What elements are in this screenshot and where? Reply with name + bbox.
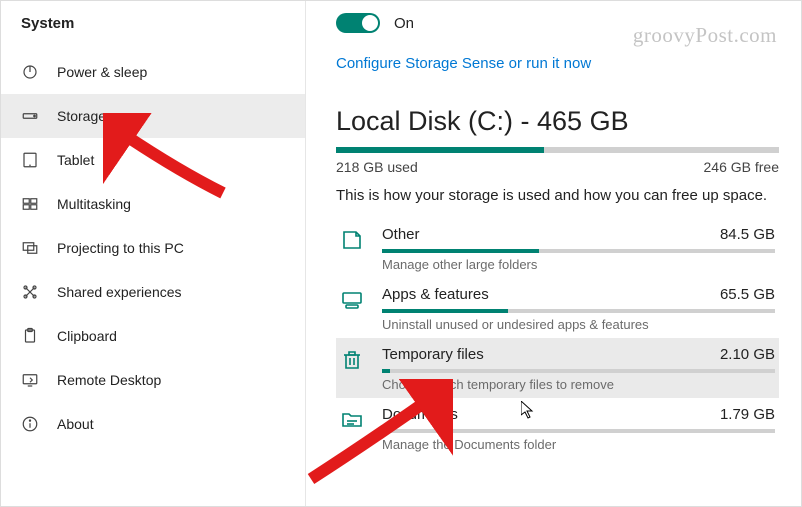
category-subtext: Choose which temporary files to remove [382,377,775,392]
sidebar-title: System [1,15,305,50]
disk-heading: Local Disk (C:) - 465 GB [336,106,779,137]
category-subtext: Manage the Documents folder [382,437,775,452]
main-panel: groovyPost.com On Configure Storage Sens… [306,1,801,506]
sidebar-item-clipboard[interactable]: Clipboard [1,314,305,358]
remote-desktop-icon [21,371,39,389]
category-size: 84.5 GB [720,226,775,243]
sidebar-item-shared-experiences[interactable]: Shared experiences [1,270,305,314]
category-size: 65.5 GB [720,286,775,303]
disk-free-label: 246 GB free [704,159,780,175]
category-icon [340,408,364,432]
sidebar-item-label: Remote Desktop [57,372,161,388]
sidebar-item-label: Storage [57,108,106,124]
toggle-state-label: On [394,15,414,32]
category-icon [340,288,364,312]
sidebar-item-label: Power & sleep [57,64,147,80]
category-size: 1.79 GB [720,406,775,423]
category-size: 2.10 GB [720,346,775,363]
category-name: Documents [382,406,458,423]
storage-sense-toggle[interactable] [336,13,380,33]
category-icon [340,228,364,252]
shared-icon [21,283,39,301]
sidebar-item-tablet[interactable]: Tablet [1,138,305,182]
about-icon [21,415,39,433]
watermark: groovyPost.com [633,23,777,48]
power-icon [21,63,39,81]
sidebar-item-label: Clipboard [57,328,117,344]
sidebar-item-multitasking[interactable]: Multitasking [1,182,305,226]
configure-storage-sense-link[interactable]: Configure Storage Sense or run it now [336,55,779,72]
sidebar-item-label: Multitasking [57,196,131,212]
disk-used-label: 218 GB used [336,159,418,175]
storage-icon [21,107,39,125]
sidebar-item-label: About [57,416,94,432]
storage-categories: Other 84.5 GB Manage other large folders Ap… [336,218,779,458]
category-subtext: Uninstall unused or undesired apps & fea… [382,317,775,332]
category-temporary-files[interactable]: Temporary files 2.10 GB Choose which tempo… [336,338,779,398]
category-documents[interactable]: Documents 1.79 GB Manage the Documents fol… [336,398,779,458]
category-name: Apps & features [382,286,489,303]
tablet-icon [21,151,39,169]
storage-intro-text: This is how your storage is used and how… [336,187,779,204]
multitasking-icon [21,195,39,213]
category-icon [340,348,364,372]
disk-usage-bar [336,147,779,153]
sidebar-item-label: Projecting to this PC [57,240,184,256]
category-bar [382,309,775,313]
category-bar [382,429,775,433]
disk-stats: 218 GB used 246 GB free [336,159,779,175]
category-bar [382,249,775,253]
category-name: Temporary files [382,346,484,363]
sidebar-item-power-sleep[interactable]: Power & sleep [1,50,305,94]
sidebar-item-label: Shared experiences [57,284,182,300]
sidebar-item-label: Tablet [57,152,94,168]
category-subtext: Manage other large folders [382,257,775,272]
disk-usage-fill [336,147,544,153]
sidebar-item-about[interactable]: About [1,402,305,446]
sidebar-item-storage[interactable]: Storage [1,94,305,138]
category-apps-features[interactable]: Apps & features 65.5 GB Uninstall unused o… [336,278,779,338]
projecting-icon [21,239,39,257]
category-other[interactable]: Other 84.5 GB Manage other large folders [336,218,779,278]
category-bar [382,369,775,373]
clipboard-icon [21,327,39,345]
sidebar-item-remote-desktop[interactable]: Remote Desktop [1,358,305,402]
category-name: Other [382,226,420,243]
sidebar: System Power & sleep Storage Tablet Mult… [1,1,306,506]
sidebar-item-projecting[interactable]: Projecting to this PC [1,226,305,270]
